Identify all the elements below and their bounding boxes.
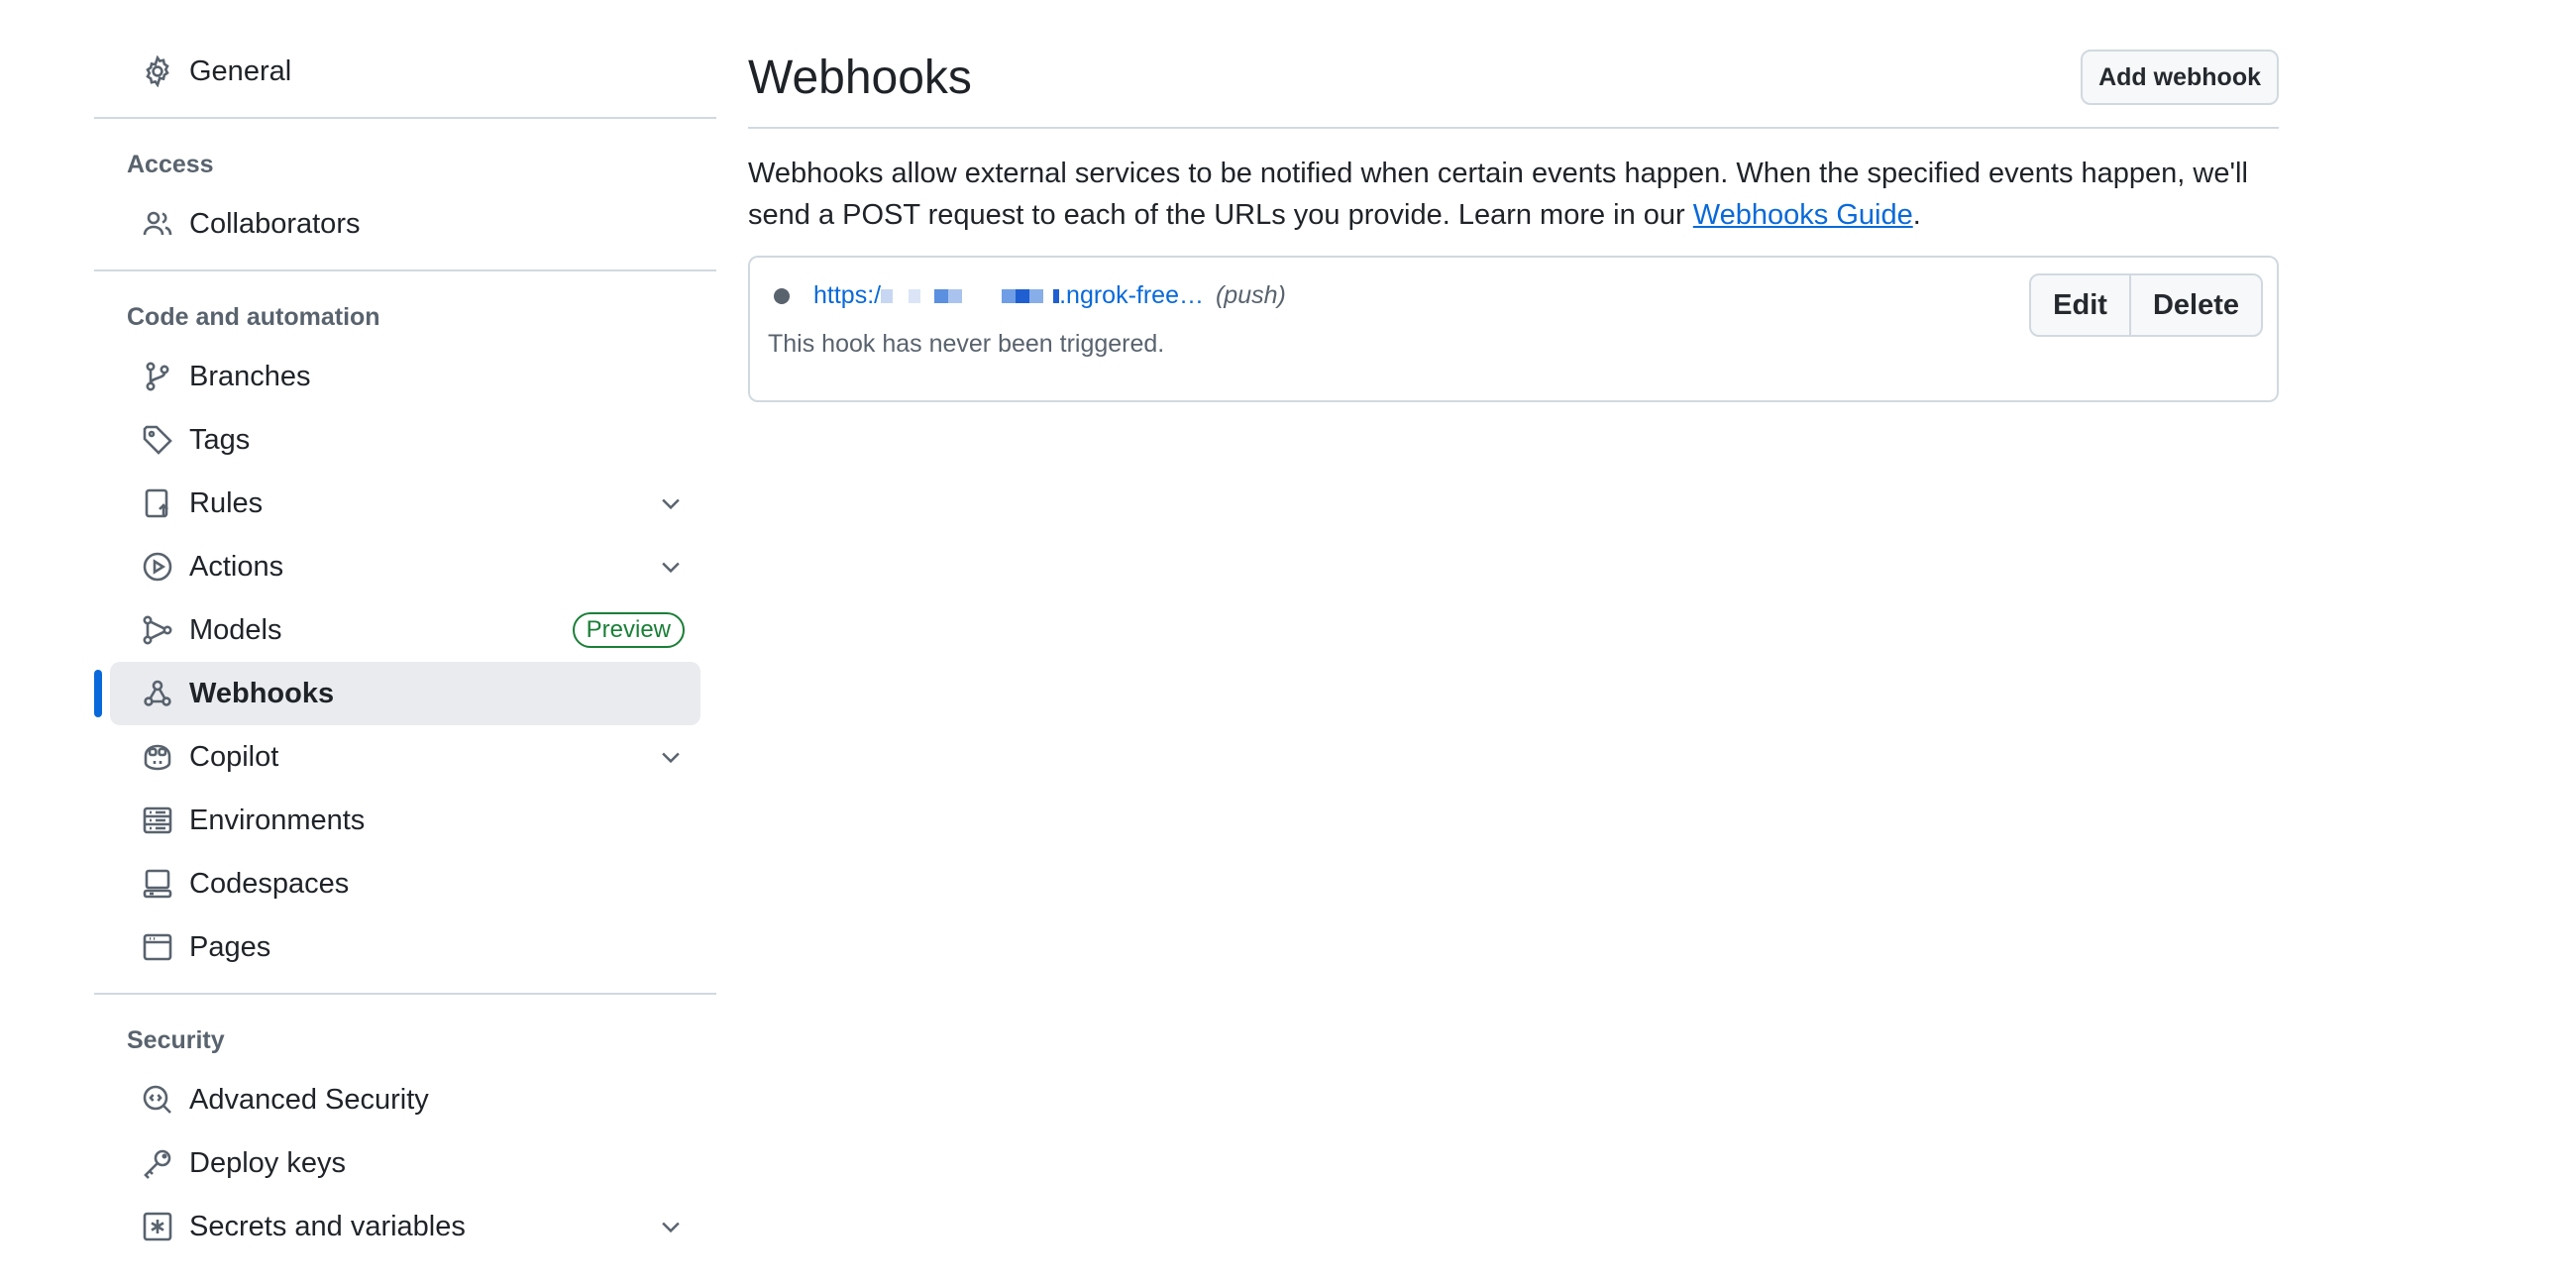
- sidebar-item-models[interactable]: Models Preview: [110, 598, 700, 662]
- sidebar-item-label: Collaborators: [189, 207, 361, 240]
- people-icon: [142, 208, 173, 240]
- section-heading-security: Security: [127, 1025, 225, 1054]
- webhook-icon: [142, 678, 173, 709]
- sidebar-item-actions[interactable]: Actions: [110, 535, 700, 598]
- play-icon: [142, 551, 173, 583]
- chevron-down-icon[interactable]: [657, 743, 685, 771]
- sidebar-item-pages[interactable]: Pages: [110, 915, 700, 979]
- hook-url-link[interactable]: https:/ .ngrok-free…: [813, 281, 1204, 310]
- sidebar-item-tags[interactable]: Tags: [110, 408, 700, 472]
- hook-url-suffix: .ngrok-free…: [1059, 281, 1204, 309]
- settings-sidebar: General Access Collaborators Code and au…: [94, 40, 716, 1258]
- section-heading-code: Code and automation: [127, 302, 380, 331]
- sidebar-item-general[interactable]: General: [110, 40, 700, 103]
- hook-url-prefix: https:/: [813, 281, 882, 309]
- divider: [748, 127, 2279, 129]
- codespaces-icon: [142, 868, 173, 900]
- server-icon: [142, 804, 173, 836]
- sidebar-item-codespaces[interactable]: Codespaces: [110, 852, 700, 915]
- preview-badge: Preview: [572, 612, 685, 648]
- section-heading-access: Access: [127, 150, 214, 178]
- tag-icon: [142, 424, 173, 456]
- asterisk-icon: [142, 1211, 173, 1242]
- chevron-down-icon[interactable]: [657, 553, 685, 581]
- divider: [94, 117, 716, 119]
- chevron-down-icon[interactable]: [657, 489, 685, 517]
- sidebar-item-environments[interactable]: Environments: [110, 789, 700, 852]
- sidebar-item-label: Actions: [189, 550, 284, 583]
- sidebar-item-label: Webhooks: [189, 677, 335, 709]
- description-end: .: [1912, 199, 1921, 231]
- divider: [94, 993, 716, 995]
- sidebar-item-label: Advanced Security: [189, 1083, 429, 1116]
- hook-actions: Edit Delete: [2029, 273, 2263, 337]
- browser-icon: [142, 931, 173, 963]
- sidebar-item-label: Secrets and variables: [189, 1210, 466, 1242]
- sidebar-item-collaborators[interactable]: Collaborators: [110, 192, 700, 256]
- gear-icon: [142, 55, 173, 87]
- redacted-pixels: [881, 281, 1060, 309]
- page: General Access Collaborators Code and au…: [0, 0, 2576, 1286]
- sidebar-item-label: General: [189, 54, 292, 87]
- webhook-list-item: https:/.ngrok-free… (push) This hook has…: [748, 256, 2279, 402]
- codescan-icon: [142, 1084, 173, 1116]
- page-header: Webhooks Add webhook: [748, 48, 2279, 107]
- sidebar-item-label: Rules: [189, 486, 264, 519]
- sidebar-item-label: Codespaces: [189, 867, 350, 900]
- models-icon: [142, 614, 173, 646]
- sidebar-item-rules[interactable]: Rules: [110, 472, 700, 535]
- rules-icon: [142, 487, 173, 519]
- branch-icon: [142, 361, 173, 392]
- chevron-down-icon[interactable]: [657, 1213, 685, 1240]
- sidebar-item-label: Branches: [189, 360, 311, 392]
- sidebar-item-label: Environments: [189, 804, 366, 836]
- delete-button[interactable]: Delete: [2128, 275, 2261, 335]
- sidebar-item-deploy-keys[interactable]: Deploy keys: [110, 1131, 700, 1195]
- sidebar-item-branches[interactable]: Branches: [110, 345, 700, 408]
- webhooks-guide-link[interactable]: Webhooks Guide: [1693, 199, 1913, 231]
- description-text: Webhooks allow external services to be n…: [748, 158, 2248, 231]
- copilot-icon: [142, 741, 173, 773]
- sidebar-item-label: Models: [189, 613, 282, 646]
- sidebar-item-copilot[interactable]: Copilot: [110, 725, 700, 789]
- edit-button[interactable]: Edit: [2031, 275, 2129, 335]
- page-title: Webhooks: [748, 51, 972, 104]
- key-icon: [142, 1147, 173, 1179]
- webhooks-description: Webhooks allow external services to be n…: [748, 153, 2279, 236]
- sidebar-item-webhooks[interactable]: Webhooks: [94, 662, 700, 725]
- add-webhook-button[interactable]: Add webhook: [2081, 50, 2279, 105]
- sidebar-item-label: Tags: [189, 423, 251, 456]
- sidebar-item-label: Pages: [189, 930, 271, 963]
- sidebar-item-label: Deploy keys: [189, 1146, 346, 1179]
- sidebar-item-secrets[interactable]: Secrets and variables: [110, 1195, 700, 1258]
- sidebar-item-label: Copilot: [189, 740, 279, 773]
- sidebar-item-advanced-security[interactable]: Advanced Security: [110, 1068, 700, 1131]
- main-content: Webhooks Add webhook Webhooks allow exte…: [748, 48, 2279, 402]
- hook-event: (push): [1215, 281, 1286, 309]
- divider: [94, 269, 716, 271]
- status-dot-icon: [774, 287, 790, 304]
